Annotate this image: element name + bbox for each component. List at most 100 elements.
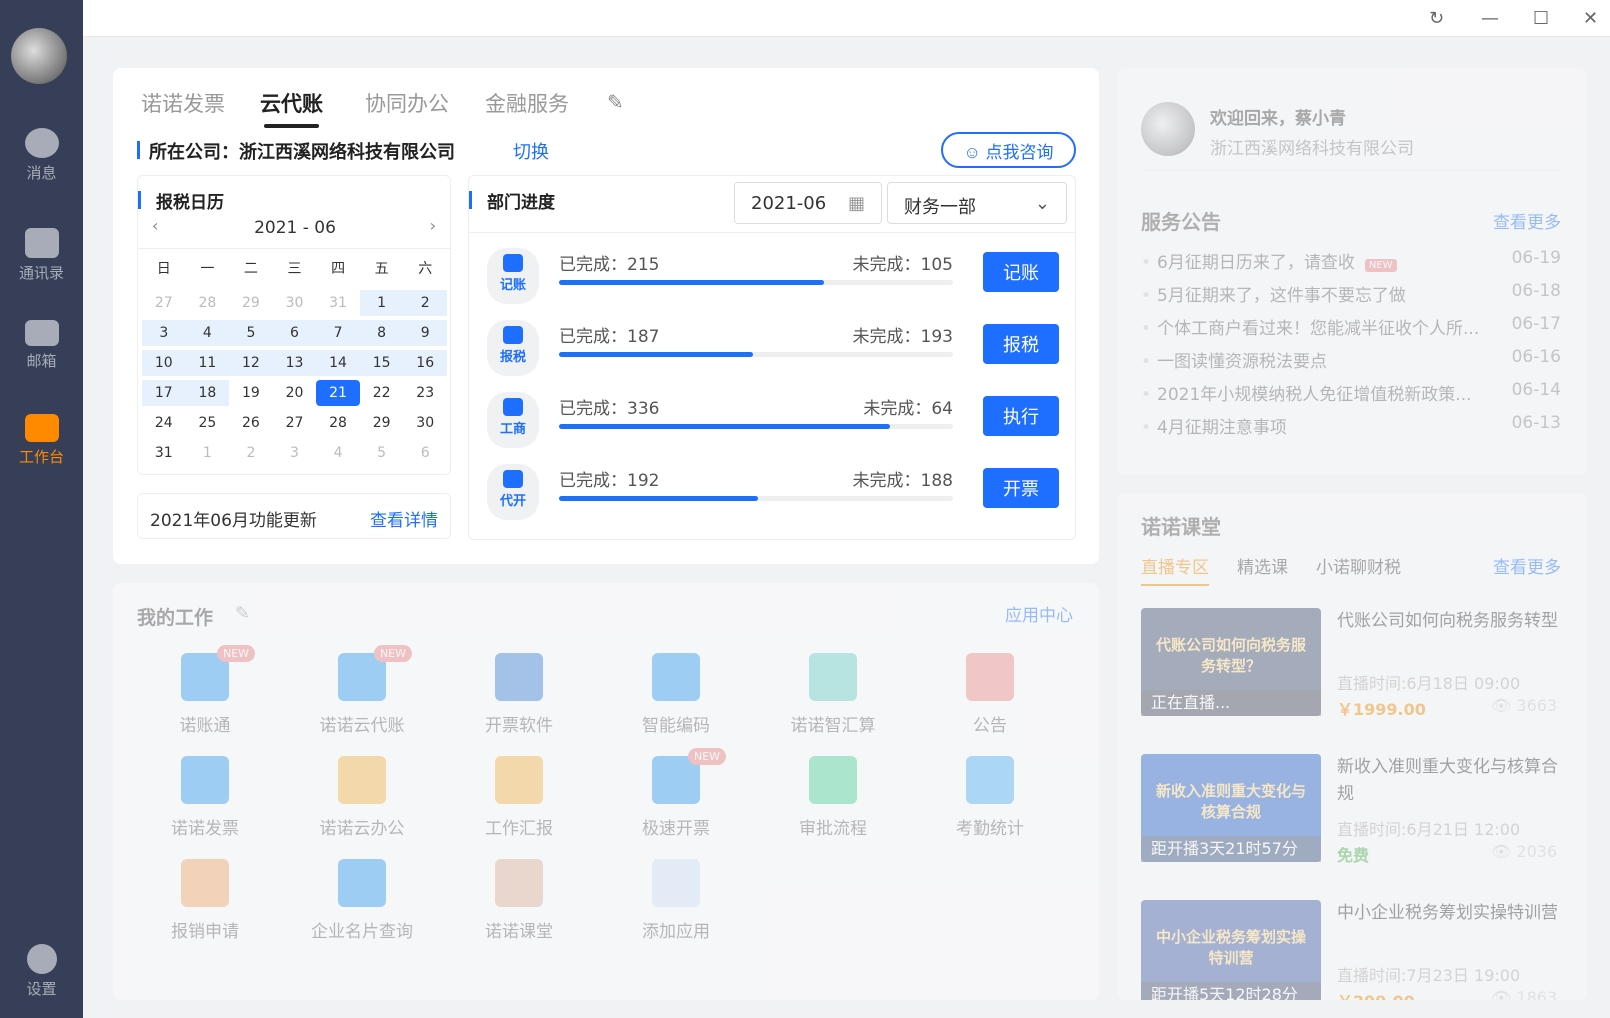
tab-nuonuo-invoice[interactable]: 诺诺发票 (141, 88, 225, 118)
calendar-day[interactable]: 1 (359, 290, 404, 316)
calendar-day[interactable]: 4 (316, 440, 360, 466)
calendar-day[interactable]: 3 (142, 320, 186, 346)
view-details-link[interactable]: 查看详情 (370, 506, 438, 531)
notice-item[interactable]: 个体工商户看过来！您能减半征收个人所...06-17 (1141, 314, 1561, 339)
calendar-day[interactable]: 17 (142, 380, 186, 406)
action-button[interactable]: 执行 (983, 396, 1059, 436)
edit-icon[interactable]: ✎ (607, 90, 624, 114)
calendar-day[interactable]: 14 (316, 350, 360, 376)
calendar-day[interactable]: 13 (272, 350, 317, 376)
notice-item[interactable]: 一图读懂资源税法要点06-16 (1141, 347, 1561, 372)
action-button[interactable]: 开票 (983, 468, 1059, 508)
tab-collab-office[interactable]: 协同办公 (365, 88, 449, 118)
calendar-day[interactable]: 18 (185, 380, 230, 406)
action-button[interactable]: 报税 (983, 324, 1059, 364)
app-item[interactable]: 企业名片查询 (302, 859, 422, 942)
calendar-day[interactable]: 30 (403, 410, 447, 436)
tab-cloud-accounting[interactable]: 云代账 (260, 88, 323, 128)
avatar[interactable] (11, 28, 67, 84)
calendar-day[interactable]: 4 (185, 320, 230, 346)
app-item[interactable]: NEW 诺账通 (145, 645, 265, 736)
notice-item[interactable]: 4月征期注意事项06-13 (1141, 413, 1561, 438)
calendar-day[interactable]: 28 (186, 290, 230, 316)
tab-featured[interactable]: 精选课 (1237, 553, 1288, 578)
consult-button[interactable]: ☺ 点我咨询 (941, 132, 1076, 168)
calendar-day[interactable]: 15 (359, 350, 404, 376)
calendar-day[interactable]: 19 (229, 380, 273, 406)
calendar-day[interactable]: 26 (229, 410, 273, 436)
course-item[interactable]: 新收入准则重大变化与核算合规 距开播3天21时57分 新收入准则重大变化与核算合规直… (1141, 754, 1561, 865)
calendar-day[interactable]: 20 (273, 380, 317, 406)
notice-item[interactable]: 2021年小规模纳税人免征增值税新政策...06-14 (1141, 380, 1561, 405)
calendar-day[interactable]: 23 (403, 380, 447, 406)
next-month-icon[interactable]: › (430, 216, 436, 235)
new-badge: NEW (688, 748, 727, 765)
calendar-day[interactable]: 11 (185, 350, 230, 376)
app-item[interactable]: 添加应用 (616, 859, 736, 942)
calendar-day[interactable]: 27 (273, 410, 317, 436)
course-item[interactable]: 代账公司如何向税务服务转型？ 正在直播... 代账公司如何向税务服务转型 直播时间:6… (1141, 608, 1561, 719)
app-item[interactable]: NEW 诺诺云代账 (302, 645, 422, 736)
calendar-day[interactable]: 3 (273, 440, 317, 466)
calendar-day[interactable]: 31 (142, 440, 186, 466)
notice-item[interactable]: 5月征期来了，这件事不要忘了做06-18 (1141, 281, 1561, 306)
app-item[interactable]: 考勤统计 (930, 756, 1050, 839)
app-item[interactable]: 公告 (930, 653, 1050, 736)
sidebar-item-settings[interactable]: 设置 (0, 944, 83, 999)
edit-icon[interactable]: ✎ (235, 603, 250, 624)
sidebar-item-mail[interactable]: 邮箱 (0, 320, 83, 371)
calendar-day[interactable]: 22 (360, 380, 404, 406)
app-item[interactable]: 智能编码 (616, 653, 736, 736)
sidebar-item-workbench[interactable]: 工作台 (0, 414, 83, 467)
calendar-day[interactable]: 5 (229, 320, 273, 346)
app-item[interactable]: 诺诺智汇算 (773, 653, 893, 736)
calendar-day[interactable]: 25 (186, 410, 230, 436)
notice-item[interactable]: 6月征期日历来了，请查收NEW06-19 (1141, 248, 1561, 273)
app-item[interactable]: 诺诺云办公 (302, 756, 422, 839)
calendar-day[interactable]: 6 (272, 320, 317, 346)
maximize-icon[interactable]: ☐ (1533, 8, 1549, 29)
calendar-day[interactable]: 28 (316, 410, 360, 436)
calendar-day[interactable]: 12 (229, 350, 273, 376)
course-item[interactable]: 中小企业税务筹划实操特训营 距开播5天12时28分 中小企业税务筹划实操特训营 直播时… (1141, 900, 1561, 1000)
refresh-icon[interactable]: ↻ (1429, 8, 1444, 29)
calendar-day[interactable]: 24 (142, 410, 186, 436)
tab-tax-talk[interactable]: 小诺聊财税 (1316, 553, 1401, 578)
dept-select[interactable]: 财务一部 ⌄ (887, 182, 1067, 224)
calendar-day[interactable]: 27 (142, 290, 186, 316)
notices-more-link[interactable]: 查看更多 (1493, 208, 1561, 233)
calendar-day[interactable]: 2 (229, 440, 273, 466)
calendar-day[interactable]: 1 (186, 440, 230, 466)
sidebar-item-messages[interactable]: 消息 (0, 128, 83, 183)
calendar-day[interactable]: 10 (142, 350, 186, 376)
calendar-day[interactable]: 31 (316, 290, 360, 316)
calendar-day[interactable]: 29 (360, 410, 404, 436)
calendar-day[interactable]: 21 (316, 380, 360, 406)
month-picker[interactable]: 2021-06 ▦ (734, 182, 882, 224)
calendar-day[interactable]: 6 (403, 440, 447, 466)
sidebar-item-contacts[interactable]: 通讯录 (0, 228, 83, 283)
calendar-day[interactable]: 2 (403, 290, 447, 316)
tab-finance[interactable]: 金融服务 (485, 88, 569, 118)
switch-company-link[interactable]: 切换 (513, 138, 549, 164)
app-item[interactable]: 审批流程 (773, 756, 893, 839)
tab-live[interactable]: 直播专区 (1141, 553, 1209, 586)
calendar-day[interactable]: 5 (360, 440, 404, 466)
app-item[interactable]: 诺诺发票 (145, 756, 265, 839)
calendar-day[interactable]: 8 (359, 320, 404, 346)
calendar-day[interactable]: 16 (403, 350, 447, 376)
app-item[interactable]: 开票软件 (459, 653, 579, 736)
app-item[interactable]: 诺诺课堂 (459, 859, 579, 942)
calendar-day[interactable]: 30 (273, 290, 317, 316)
app-item[interactable]: 报销申请 (145, 859, 265, 942)
calendar-day[interactable]: 9 (403, 320, 447, 346)
close-icon[interactable]: ✕ (1583, 8, 1598, 29)
calendar-day[interactable]: 7 (316, 320, 360, 346)
classroom-more-link[interactable]: 查看更多 (1493, 553, 1561, 578)
app-item[interactable]: 工作汇报 (459, 756, 579, 839)
minimize-icon[interactable]: — (1481, 8, 1499, 29)
action-button[interactable]: 记账 (983, 252, 1059, 292)
calendar-day[interactable]: 29 (229, 290, 273, 316)
app-item[interactable]: NEW 极速开票 (616, 748, 736, 839)
app-center-link[interactable]: 应用中心 (1005, 601, 1073, 626)
